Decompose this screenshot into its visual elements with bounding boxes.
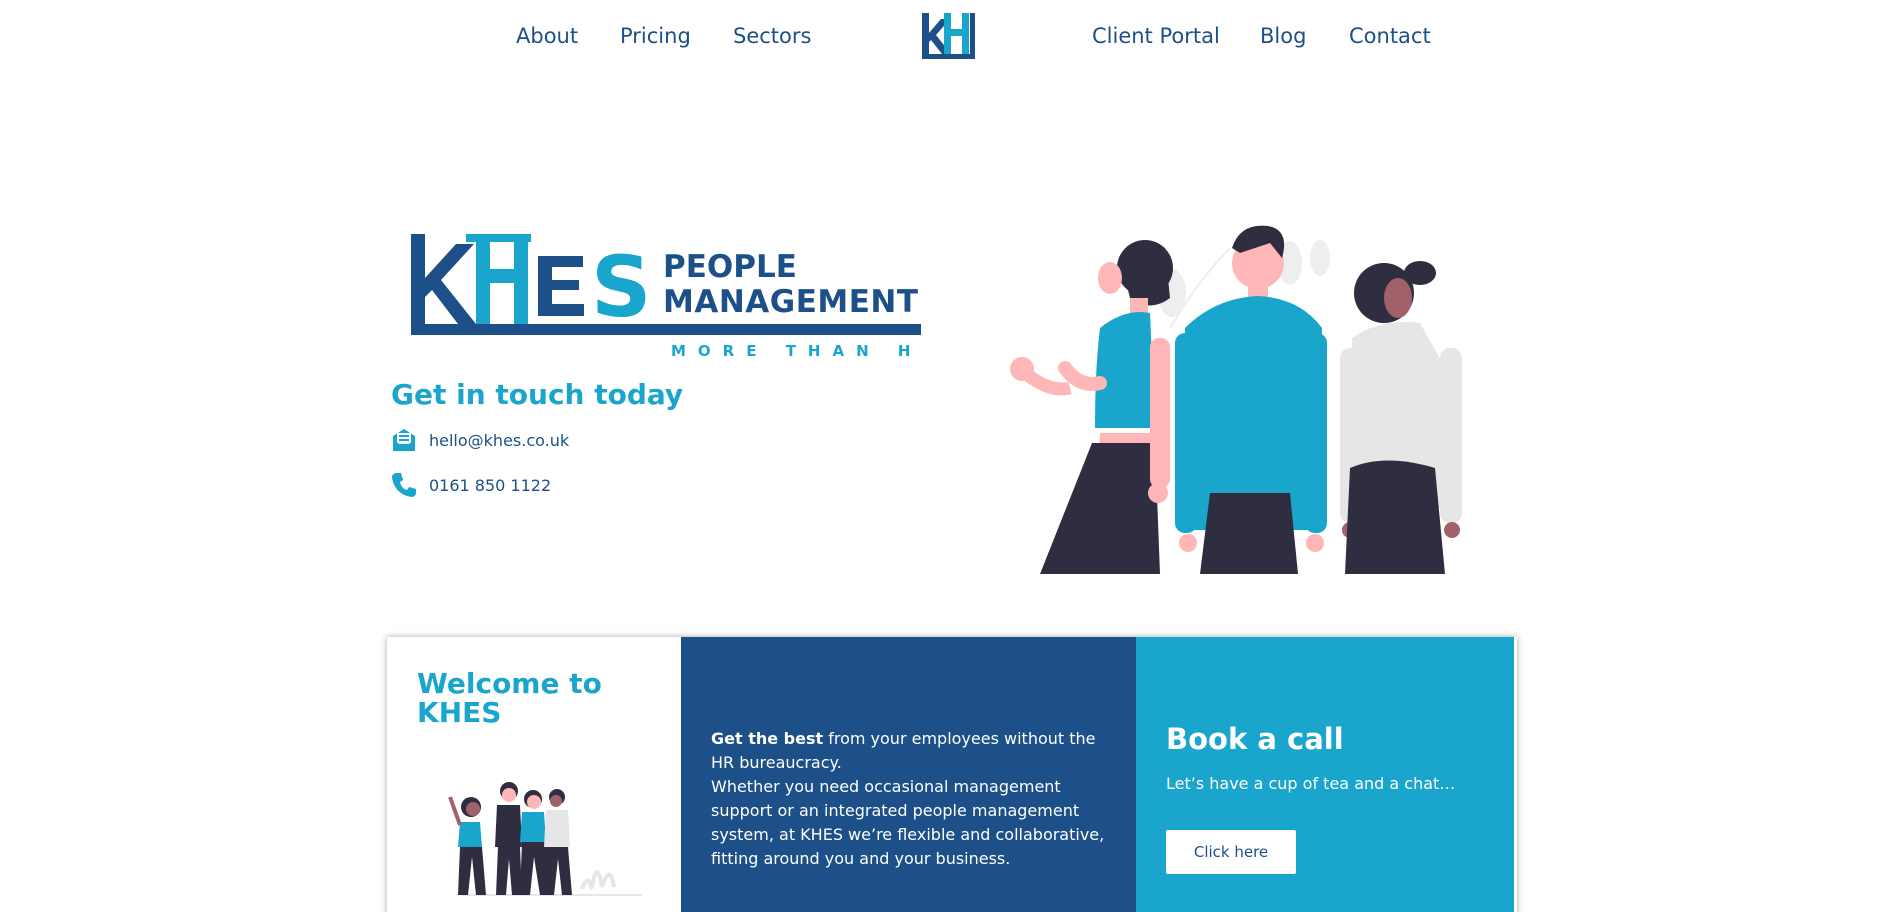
- nav-pricing[interactable]: Pricing: [620, 24, 691, 48]
- intro-bold: Get the best: [711, 729, 824, 748]
- intro-text: Get the best from your employees without…: [711, 727, 1111, 871]
- contact-email[interactable]: hello@khes.co.uk: [429, 431, 569, 450]
- nav-blog[interactable]: Blog: [1260, 24, 1306, 48]
- intro-cards: Welcome to KHES Get the best from your e…: [387, 637, 1517, 912]
- logo-line2: MANAGEMENT: [663, 284, 918, 320]
- intro-card: Get the best from your employees without…: [681, 637, 1136, 912]
- welcome-card: Welcome to KHES: [387, 637, 681, 912]
- get-in-touch-title: Get in touch today: [391, 378, 684, 411]
- people-illustration: [1010, 225, 1462, 574]
- contact-phone-row[interactable]: 0161 850 1122: [391, 472, 551, 498]
- khes-logo-icon[interactable]: [919, 11, 977, 61]
- phone-icon: [391, 472, 417, 498]
- book-call-subtitle: Let’s have a cup of tea and a chat…: [1166, 774, 1456, 793]
- nav-about[interactable]: About: [516, 24, 578, 48]
- nav-contact[interactable]: Contact: [1349, 24, 1431, 48]
- welcome-title: Welcome to KHES: [417, 667, 602, 729]
- nav-sectors[interactable]: Sectors: [733, 24, 811, 48]
- contact-email-row[interactable]: hello@khes.co.uk: [391, 427, 569, 453]
- logo-tagline: MORE THAN HR: [671, 342, 923, 360]
- logo-s-letter: S: [591, 238, 652, 336]
- main-nav: About Pricing Sectors Client Portal Blog…: [0, 0, 1903, 74]
- intro-text-2: Whether you need occasional management s…: [711, 777, 1105, 868]
- book-call-card: Book a call Let’s have a cup of tea and …: [1136, 637, 1514, 912]
- book-call-title: Book a call: [1166, 722, 1344, 756]
- khes-people-management-logo: S PEOPLE MANAGEMENT MORE THAN HR: [411, 234, 923, 360]
- click-here-button[interactable]: Click here: [1166, 830, 1296, 874]
- team-illustration: [448, 782, 642, 896]
- logo-line1: PEOPLE: [663, 249, 797, 285]
- nav-client-portal[interactable]: Client Portal: [1092, 24, 1220, 48]
- envelope-icon: [391, 427, 417, 453]
- contact-phone[interactable]: 0161 850 1122: [429, 476, 551, 495]
